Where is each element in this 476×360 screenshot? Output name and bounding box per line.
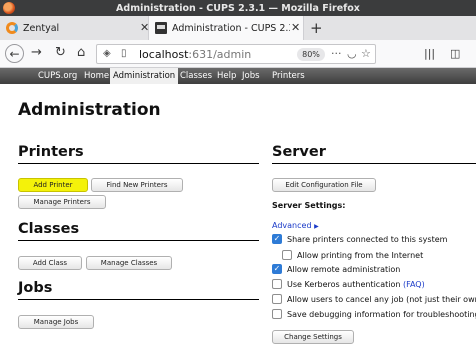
change-settings-button[interactable]: Change Settings: [272, 330, 354, 344]
menu-cups-org[interactable]: CUPS.org: [38, 68, 77, 84]
window-titlebar: Administration - CUPS 2.3.1 — Mozilla Fi…: [0, 0, 476, 16]
checkbox-unchecked[interactable]: [272, 309, 282, 319]
printers-divider: [18, 163, 259, 164]
cups-menu-bar: CUPS.org Home Administration Classes Hel…: [0, 68, 476, 84]
zoom-level-badge[interactable]: 80%: [297, 48, 325, 61]
reload-icon[interactable]: ↻: [55, 46, 66, 60]
zentyal-icon: [6, 22, 18, 34]
home-icon[interactable]: ⌂: [77, 46, 85, 60]
server-divider: [272, 163, 476, 164]
share-printers-option[interactable]: ✓ Share printers connected to this syste…: [272, 234, 447, 244]
advanced-link[interactable]: Advanced ▶: [272, 221, 319, 230]
find-new-printers-button[interactable]: Find New Printers: [91, 178, 183, 192]
url-text[interactable]: localhost:631/admin: [139, 48, 251, 61]
manage-printers-button[interactable]: Manage Printers: [18, 195, 106, 209]
page-info-icon[interactable]: ▯: [121, 48, 127, 59]
checkbox-checked[interactable]: ✓: [272, 264, 282, 274]
page-title: Administration: [18, 100, 161, 120]
allow-internet-printing-option[interactable]: Allow printing from the Internet: [282, 250, 423, 260]
tab-label: Zentyal: [23, 22, 60, 34]
server-settings-label: Server Settings:: [272, 201, 346, 210]
add-printer-button[interactable]: Add Printer: [18, 178, 88, 192]
cups-printer-icon: [155, 22, 167, 34]
ubuntu-logo-icon: [3, 2, 15, 14]
manage-jobs-button[interactable]: Manage Jobs: [18, 315, 94, 329]
manage-classes-button[interactable]: Manage Classes: [86, 256, 172, 270]
menu-administration[interactable]: Administration: [110, 68, 179, 84]
menu-home[interactable]: Home: [84, 68, 109, 84]
forward-arrow-icon[interactable]: →: [31, 46, 42, 60]
tab-cups-administration[interactable]: Administration - CUPS 2.3.1 ✕: [148, 16, 304, 40]
edit-configuration-file-button[interactable]: Edit Configuration File: [272, 178, 376, 192]
tab-zentyal[interactable]: Zentyal ✕: [0, 16, 149, 40]
tab-strip: Zentyal ✕ Administration - CUPS 2.3.1 ✕ …: [0, 16, 476, 40]
add-class-button[interactable]: Add Class: [18, 256, 82, 270]
classes-divider: [18, 240, 259, 241]
navigation-toolbar: ← → ↻ ⌂ ◈ ▯ localhost:631/admin 80% ··· …: [0, 40, 476, 68]
printers-heading: Printers: [18, 144, 84, 160]
jobs-divider: [18, 299, 259, 300]
faq-link[interactable]: (FAQ): [403, 280, 425, 289]
jobs-heading: Jobs: [18, 280, 53, 296]
checkbox-unchecked[interactable]: [272, 294, 282, 304]
triangle-right-icon: ▶: [314, 223, 319, 230]
pocket-icon[interactable]: ◡: [347, 47, 357, 60]
page-actions-icon[interactable]: ···: [331, 47, 342, 60]
bookmark-star-icon[interactable]: ☆: [361, 47, 371, 60]
sidebar-icon[interactable]: ◫: [450, 47, 460, 60]
tab-label: Administration - CUPS 2.3.1: [172, 22, 290, 34]
new-tab-plus-icon[interactable]: +: [310, 19, 323, 37]
url-bar[interactable]: ◈ ▯ localhost:631/admin 80% ··· ◡ ☆: [96, 44, 376, 64]
server-heading: Server: [272, 144, 326, 160]
close-tab-icon[interactable]: ✕: [291, 21, 300, 34]
allow-remote-admin-option[interactable]: ✓ Allow remote administration: [272, 264, 400, 274]
library-icon[interactable]: |||: [424, 47, 435, 60]
kerberos-auth-option[interactable]: Use Kerberos authentication (FAQ): [272, 279, 425, 289]
save-debugging-option[interactable]: Save debugging information for troublesh…: [272, 309, 476, 319]
checkbox-checked[interactable]: ✓: [272, 234, 282, 244]
checkbox-unchecked[interactable]: [282, 250, 292, 260]
menu-help[interactable]: Help: [217, 68, 236, 84]
window-title: Administration - CUPS 2.3.1 — Mozilla Fi…: [116, 2, 360, 14]
back-arrow-icon[interactable]: ←: [5, 44, 24, 63]
menu-jobs[interactable]: Jobs: [242, 68, 260, 84]
checkbox-unchecked[interactable]: [272, 279, 282, 289]
menu-classes[interactable]: Classes: [180, 68, 212, 84]
menu-printers[interactable]: Printers: [272, 68, 305, 84]
cancel-any-job-option[interactable]: Allow users to cancel any job (not just …: [272, 294, 476, 304]
shield-icon[interactable]: ◈: [103, 48, 111, 59]
classes-heading: Classes: [18, 221, 80, 237]
